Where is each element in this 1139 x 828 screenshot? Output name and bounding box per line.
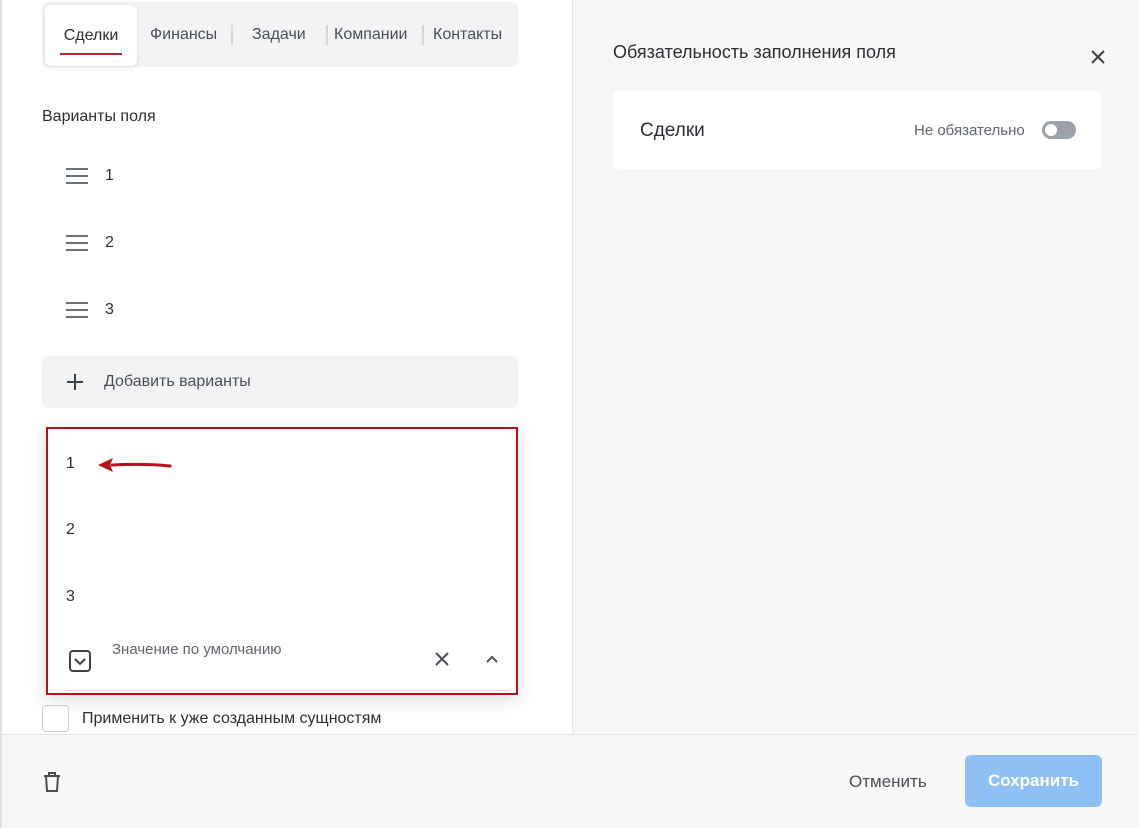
apply-existing-checkbox[interactable] bbox=[42, 705, 69, 732]
tab-finance[interactable]: Финансы bbox=[150, 2, 217, 67]
default-value-placeholder[interactable]: Значение по умолчанию bbox=[112, 641, 281, 658]
tab-companies[interactable]: Компании bbox=[334, 2, 408, 67]
apply-existing-row: Применить к уже созданным сущностям bbox=[42, 705, 381, 732]
cancel-button[interactable]: Отменить bbox=[849, 772, 927, 792]
variant-row[interactable]: 1 bbox=[42, 156, 518, 196]
variant-value[interactable]: 3 bbox=[105, 301, 114, 319]
dropdown-option[interactable]: 2 bbox=[66, 521, 75, 539]
toggle-knob bbox=[1045, 124, 1057, 136]
add-variants-label: Добавить варианты bbox=[104, 373, 251, 390]
tab-label: Контакты bbox=[433, 25, 503, 43]
tab-divider bbox=[326, 25, 328, 45]
tab-divider bbox=[231, 25, 233, 45]
footer-bar: Отменить Сохранить bbox=[2, 734, 1139, 828]
required-toggle[interactable] bbox=[1042, 121, 1076, 139]
variant-value[interactable]: 2 bbox=[105, 234, 114, 252]
tab-label: Компании bbox=[334, 25, 408, 43]
drag-handle-icon[interactable] bbox=[66, 167, 88, 185]
default-value-dropdown[interactable]: 1 2 3 Значение по умолчанию bbox=[46, 427, 518, 695]
annotation-arrow-icon bbox=[98, 458, 172, 472]
drag-handle-icon[interactable] bbox=[66, 234, 88, 252]
drag-handle-icon[interactable] bbox=[66, 301, 88, 319]
dropdown-select-icon bbox=[69, 650, 91, 672]
tab-label: Сделки bbox=[63, 26, 119, 44]
requirement-pane: Обязательность заполнения поля Сделки Не… bbox=[572, 0, 1139, 734]
active-tab-indicator bbox=[60, 53, 122, 55]
chevron-up-icon[interactable] bbox=[484, 653, 500, 665]
close-icon[interactable] bbox=[1090, 49, 1106, 65]
requirement-card: Сделки Не обязательно bbox=[613, 91, 1102, 169]
trash-icon[interactable] bbox=[42, 771, 62, 793]
variant-row[interactable]: 2 bbox=[42, 223, 518, 263]
requirement-entity: Сделки bbox=[640, 120, 705, 141]
tab-label: Финансы bbox=[150, 25, 218, 43]
dropdown-option[interactable]: 1 bbox=[66, 455, 75, 473]
variant-value[interactable]: 1 bbox=[105, 167, 114, 185]
tab-tasks[interactable]: Задачи bbox=[252, 2, 306, 67]
tab-label: Задачи bbox=[252, 25, 306, 43]
requirement-title: Обязательность заполнения поля bbox=[613, 42, 896, 62]
clear-icon[interactable] bbox=[434, 651, 450, 667]
add-variants-button[interactable]: Добавить варианты bbox=[42, 356, 518, 408]
plus-icon bbox=[67, 374, 83, 390]
tab-contacts[interactable]: Контакты bbox=[433, 2, 502, 67]
tab-divider bbox=[422, 25, 424, 45]
entity-tabs: Сделки Финансы Задачи Компании Контакты bbox=[42, 2, 518, 67]
requirement-state-label: Не обязательно bbox=[914, 122, 1025, 139]
dropdown-option[interactable]: 3 bbox=[66, 588, 75, 606]
field-variants-title: Варианты поля bbox=[42, 108, 156, 125]
apply-existing-label[interactable]: Применить к уже созданным сущностям bbox=[82, 710, 381, 728]
dropdown-underline bbox=[66, 690, 510, 691]
variant-row[interactable]: 3 bbox=[42, 290, 518, 330]
tab-deals[interactable]: Сделки bbox=[45, 5, 137, 66]
save-button[interactable]: Сохранить bbox=[965, 755, 1102, 807]
field-settings-pane: Сделки Финансы Задачи Компании Контакты … bbox=[2, 0, 572, 734]
